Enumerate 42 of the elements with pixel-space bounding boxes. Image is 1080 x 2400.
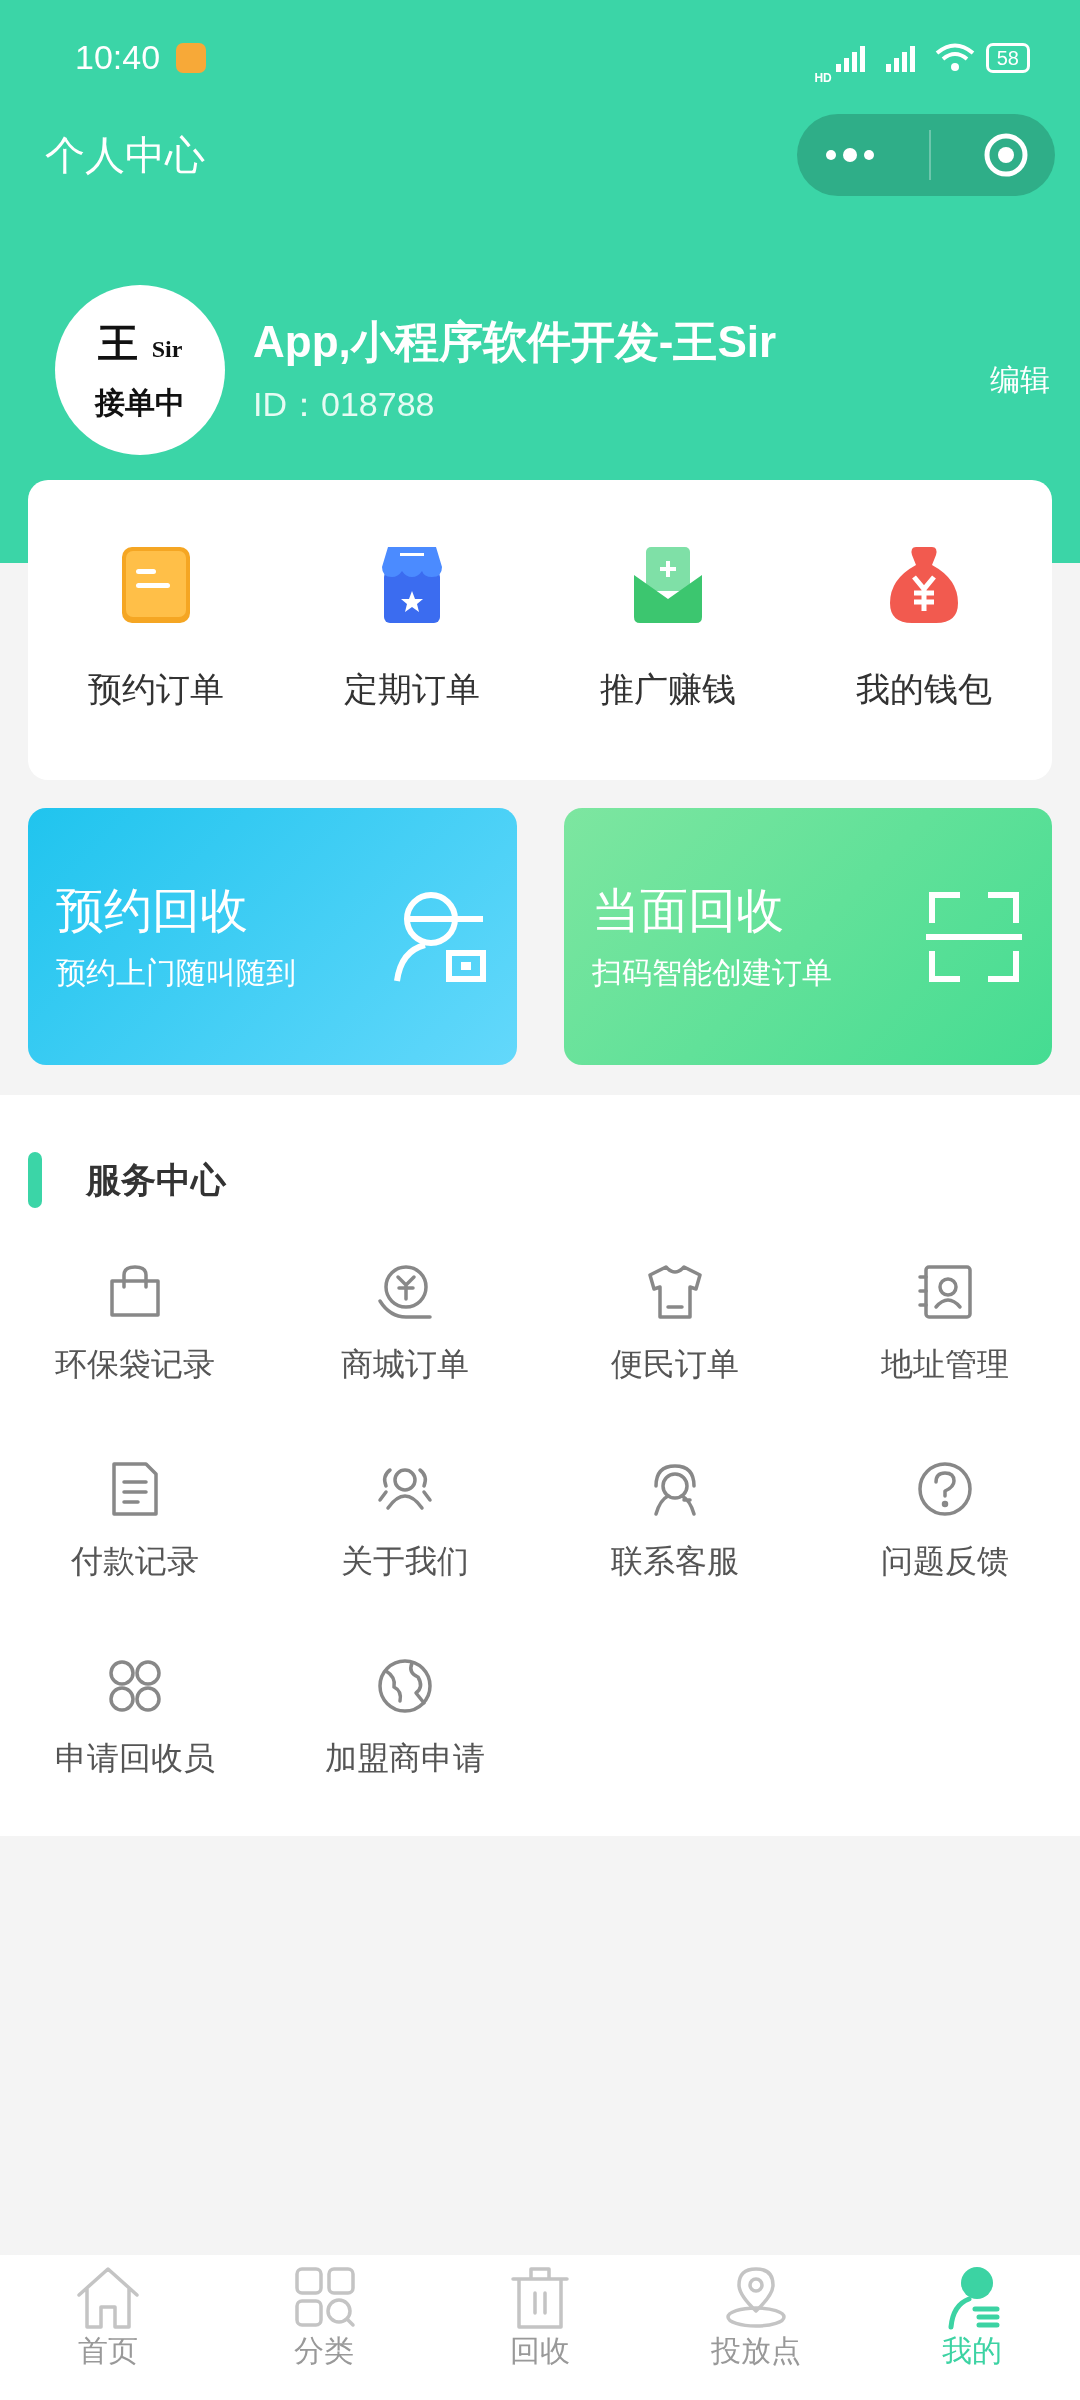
network-label: HD [814,70,832,85]
status-time: 10:40 [75,38,161,77]
help-icon [916,1460,974,1518]
service-item[interactable]: 环保袋记录 [0,1235,270,1432]
section-title: 服务中心 [86,1158,226,1201]
user-id: ID：018788 [253,383,436,425]
service-item[interactable]: 联系客服 [540,1432,810,1629]
service-item[interactable]: 付款记录 [0,1432,270,1629]
close-icon[interactable] [983,132,1029,178]
quick-action[interactable]: 我的钱包 [796,480,1052,780]
home-icon [75,2265,141,2331]
avatar-glyph: 王 [97,320,138,368]
location-icon [723,2265,789,2331]
coin-hand-icon [376,1263,434,1321]
service-item[interactable]: 申请回收员 [0,1629,270,1826]
card-subtitle: 预约上门随叫随到 [56,955,297,991]
section-accent-bar [28,1152,42,1208]
quick-action[interactable]: 推广赚钱 [540,480,796,780]
service-item[interactable]: 地址管理 [810,1235,1080,1432]
service-item[interactable]: 问题反馈 [810,1432,1080,1629]
avatar-text: Sir [151,336,183,363]
card-title: 当面回收 [591,883,785,939]
shirt-icon [646,1263,704,1321]
avatar[interactable]: 王 Sir 接单中 [55,285,225,455]
globe-icon [376,1657,434,1715]
more-icon[interactable] [823,147,877,163]
notification-icon [176,42,207,73]
user-name: App,小程序软件开发-王Sir [253,315,777,368]
service-item[interactable]: 商城订单 [270,1235,540,1432]
avatar-status: 接单中 [95,385,185,421]
wifi-icon [933,41,976,74]
card-title: 预约回收 [56,883,249,939]
service-item[interactable]: 便民订单 [540,1235,810,1432]
service-item[interactable]: 关于我们 [270,1432,540,1629]
page-title: 个人中心 [45,131,205,179]
grid-icon [106,1657,164,1715]
card-subtitle: 扫码智能创建订单 [591,955,833,991]
contact-book-icon [916,1263,974,1321]
quick-action[interactable]: 定期订单 [284,480,540,780]
battery-indicator: 58 [985,42,1030,73]
quick-action[interactable]: 预约订单 [28,480,284,780]
service-item[interactable]: 加盟商申请 [270,1629,540,1826]
